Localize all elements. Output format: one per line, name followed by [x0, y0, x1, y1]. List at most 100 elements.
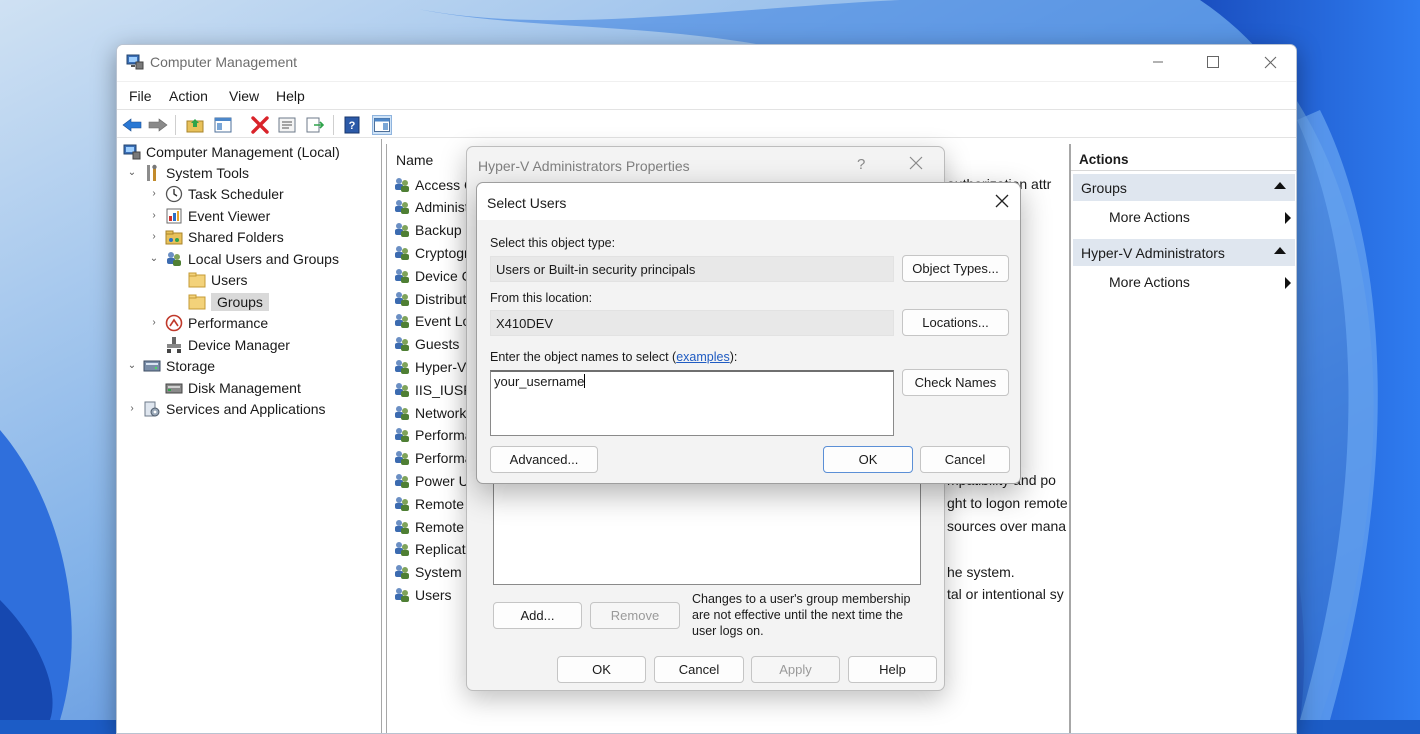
chevron-right-icon[interactable]: ›	[147, 317, 161, 328]
list-item[interactable]: Device C	[393, 265, 472, 286]
group-icon	[395, 268, 409, 283]
object-names-input[interactable]: your_username	[490, 370, 894, 436]
maximize-button[interactable]	[1190, 45, 1236, 79]
list-item[interactable]: Performa	[393, 448, 473, 469]
list-item[interactable]: Backup C	[393, 220, 476, 241]
tree-item-root[interactable]: Computer Management (Local)	[123, 141, 340, 162]
list-item[interactable]: Guests	[393, 334, 459, 355]
chevron-right-icon[interactable]: ›	[125, 403, 139, 414]
ok-button[interactable]: OK	[823, 446, 913, 473]
show-action-pane-button[interactable]	[372, 115, 392, 135]
add-button[interactable]: Add...	[493, 602, 582, 629]
remove-button[interactable]: Remove	[590, 602, 680, 629]
locations-button[interactable]: Locations...	[902, 309, 1009, 336]
tree-item-label: Computer Management (Local)	[146, 143, 340, 160]
delete-button[interactable]	[250, 115, 270, 135]
list-item-name: Hyper-V	[415, 358, 467, 375]
tree-item-disk-management[interactable]: Disk Management	[165, 377, 301, 398]
dialog-close-button[interactable]	[909, 154, 923, 176]
close-icon	[995, 194, 1009, 208]
tree-item-local-users-groups[interactable]: ⌄ Local Users and Groups	[147, 248, 339, 269]
chevron-down-icon[interactable]: ⌄	[147, 253, 161, 264]
menu-help[interactable]: Help	[276, 88, 305, 104]
tree-item-device-manager[interactable]: Device Manager	[165, 334, 290, 355]
cancel-button[interactable]: Cancel	[654, 656, 744, 683]
services-icon	[143, 400, 161, 418]
object-names-label-suffix: ):	[729, 350, 738, 364]
forward-button[interactable]	[148, 115, 168, 135]
list-item[interactable]: Remote I	[393, 516, 472, 537]
actions-group-groups[interactable]: Groups	[1073, 174, 1295, 201]
title-bar[interactable]: Computer Management	[117, 45, 1296, 81]
tree-item-groups[interactable]: Groups	[188, 291, 269, 312]
tree-item-task-scheduler[interactable]: › Task Scheduler	[147, 183, 284, 204]
check-names-button[interactable]: Check Names	[902, 369, 1009, 396]
context-help-button[interactable]: ?	[857, 156, 865, 173]
ok-button[interactable]: OK	[557, 656, 646, 683]
chevron-right-icon[interactable]: ›	[147, 210, 161, 221]
tree-item-event-viewer[interactable]: › Event Viewer	[147, 205, 270, 226]
delete-x-icon	[251, 116, 269, 134]
clock-icon	[165, 185, 183, 203]
column-header-name[interactable]: Name	[396, 152, 433, 168]
tree-item-users[interactable]: Users	[188, 269, 248, 290]
action-pane-icon	[374, 118, 390, 132]
dialog-title-bar[interactable]: Select Users	[477, 183, 1020, 220]
help-button[interactable]: ?	[342, 115, 362, 135]
chevron-right-icon[interactable]: ›	[147, 231, 161, 242]
tools-icon	[143, 164, 161, 182]
tree-item-label: Storage	[166, 357, 216, 374]
group-icon	[395, 587, 409, 602]
list-item[interactable]: Users	[393, 584, 452, 605]
collapse-caret-icon[interactable]	[1274, 182, 1286, 189]
tree-item-label: Local Users and Groups	[188, 250, 339, 267]
folder-up-icon	[186, 119, 204, 133]
apply-button[interactable]: Apply	[751, 656, 840, 683]
actions-group-hyperv[interactable]: Hyper-V Administrators	[1073, 239, 1295, 266]
tree-item-system-tools[interactable]: ⌄ System Tools	[125, 162, 249, 183]
dialog-close-button[interactable]	[995, 191, 1009, 214]
collapse-caret-icon[interactable]	[1274, 247, 1286, 254]
tree-item-storage[interactable]: ⌄ Storage	[125, 355, 215, 376]
examples-link[interactable]: examples	[676, 350, 730, 364]
list-item[interactable]: Distribut	[393, 288, 466, 309]
members-listbox[interactable]	[493, 483, 921, 585]
export-list-button[interactable]	[305, 115, 325, 135]
list-item[interactable]: Network	[393, 402, 466, 423]
list-item[interactable]: Power Us	[393, 470, 476, 491]
menu-view[interactable]: View	[229, 88, 259, 104]
list-item[interactable]: System M	[393, 562, 477, 583]
close-button[interactable]	[1247, 45, 1293, 79]
list-item[interactable]: Hyper-V	[393, 356, 466, 377]
back-button[interactable]	[122, 115, 142, 135]
chevron-down-icon[interactable]: ⌄	[125, 360, 139, 371]
tree-item-performance[interactable]: › Performance	[147, 312, 268, 333]
object-types-button[interactable]: Object Types...	[902, 255, 1009, 282]
menu-file[interactable]: File	[129, 88, 152, 104]
tree-item-services-apps[interactable]: › Services and Applications	[125, 398, 325, 419]
object-names-label: Enter the object names to select (exampl…	[490, 350, 737, 364]
list-item[interactable]: Administ	[393, 197, 469, 218]
toolbar: ?	[117, 109, 1296, 138]
list-item[interactable]: Access C	[393, 174, 474, 195]
menu-action[interactable]: Action	[169, 88, 208, 104]
help-button[interactable]: Help	[848, 656, 937, 683]
more-actions-hyperv[interactable]: More Actions	[1109, 274, 1291, 290]
up-folder-button[interactable]	[185, 115, 205, 135]
list-item[interactable]: Remote I	[393, 493, 472, 514]
list-item[interactable]: Replicato	[393, 539, 473, 560]
device-manager-icon	[165, 336, 183, 354]
show-hide-tree-button[interactable]	[213, 115, 233, 135]
list-item[interactable]: Event Lo	[393, 311, 470, 332]
chevron-down-icon[interactable]: ⌄	[125, 167, 139, 178]
cancel-button[interactable]: Cancel	[920, 446, 1010, 473]
minimize-button[interactable]	[1135, 45, 1181, 79]
advanced-button[interactable]: Advanced...	[490, 446, 598, 473]
group-icon	[395, 200, 409, 215]
list-item[interactable]: Performa	[393, 425, 473, 446]
list-item[interactable]: Cryptogr	[393, 242, 469, 263]
tree-item-shared-folders[interactable]: › Shared Folders	[147, 226, 283, 247]
properties-button[interactable]	[277, 115, 297, 135]
more-actions-groups[interactable]: More Actions	[1109, 209, 1291, 225]
chevron-right-icon[interactable]: ›	[147, 188, 161, 199]
